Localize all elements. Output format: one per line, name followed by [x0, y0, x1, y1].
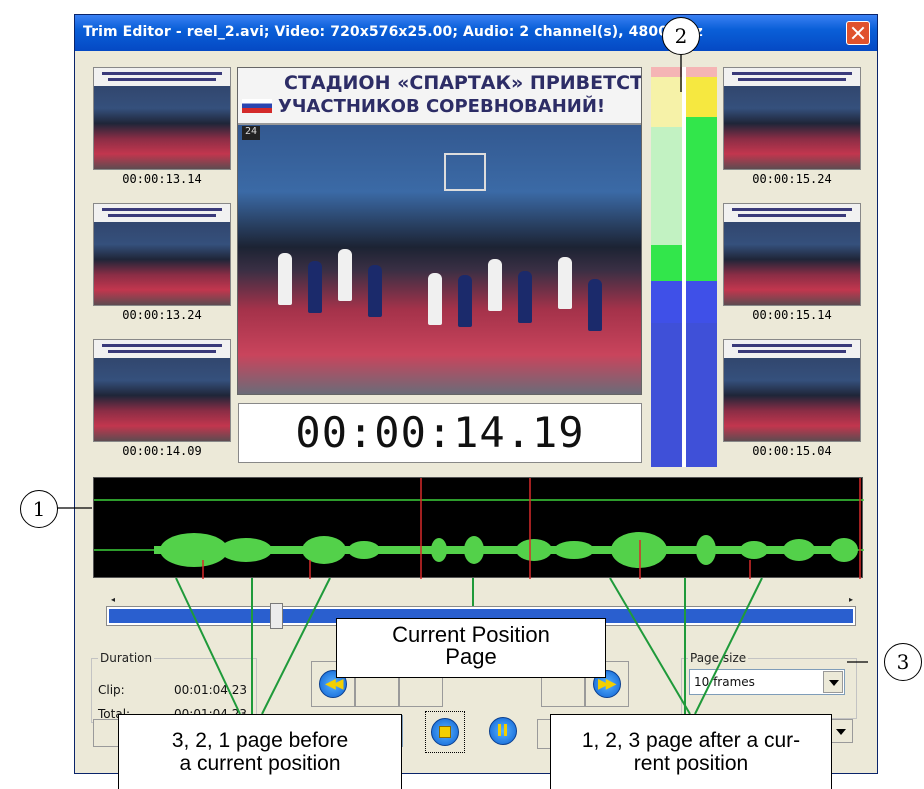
thumbnail-right-1[interactable]: 00:00:15.24	[723, 67, 861, 186]
thumbnail-image	[723, 339, 861, 442]
pages-after-text: 1, 2, 3 page after a cur- rent position	[581, 729, 801, 775]
page-size-legend: Page size	[690, 651, 747, 665]
vu-channel-right	[686, 67, 717, 467]
video-preview[interactable]: СТАДИОН «СПАРТАК» ПРИВЕТСТВ УЧАСТНИКОВ С…	[237, 67, 642, 395]
current-timecode: 00:00:14.19	[238, 403, 642, 463]
thumbnail-image	[93, 203, 231, 306]
thumbnail-time: 00:00:15.14	[752, 308, 832, 322]
thumbnail-left-1[interactable]: 00:00:13.14	[93, 67, 231, 186]
banner-line-2: УЧАСТНИКОВ СОРЕВНОВАНИЙ!	[278, 96, 606, 117]
duration-legend: Duration	[100, 651, 153, 665]
audio-level-meter	[651, 67, 717, 467]
pause-button[interactable]	[489, 717, 517, 745]
scroll-left-icon[interactable]: ◂	[111, 595, 115, 604]
close-icon[interactable]	[846, 21, 870, 45]
thumbnail-time: 00:00:14.09	[122, 444, 202, 458]
basket-hoop	[444, 153, 486, 191]
pages-after-callout: 1, 2, 3 page after a cur- rent position	[550, 714, 832, 789]
thumbnail-time: 00:00:15.04	[752, 444, 832, 458]
thumbnail-left-2[interactable]: 00:00:13.24	[93, 203, 231, 322]
waveform-graphic	[94, 478, 864, 579]
page-size-value: 10 frames	[694, 675, 755, 689]
page-size-select[interactable]: 10 frames	[689, 669, 845, 695]
marker-1: 1	[20, 490, 58, 528]
audio-waveform[interactable]	[93, 477, 864, 579]
thumbnail-right-2[interactable]: 00:00:15.14	[723, 203, 861, 322]
timeline-thumb[interactable]	[270, 603, 283, 629]
clip-value: 00:01:04.23	[174, 683, 247, 697]
chevron-down-icon[interactable]	[823, 671, 843, 693]
thumbnail-image	[723, 203, 861, 306]
marker-2: 2	[662, 17, 700, 55]
flag-icon	[242, 99, 272, 113]
vu-channel-left	[651, 67, 682, 467]
thumbnail-time: 00:00:13.24	[122, 308, 202, 322]
thumbnail-image	[723, 67, 861, 170]
pages-before-text: 3, 2, 1 page before a current position	[171, 729, 349, 775]
window-title: Trim Editor - reel_2.avi; Video: 720x576…	[83, 24, 703, 40]
video-banner: СТАДИОН «СПАРТАК» ПРИВЕТСТВ УЧАСТНИКОВ С…	[238, 68, 641, 125]
current-position-text: Current Position Page	[392, 622, 550, 669]
current-position-callout: Current Position Page	[336, 618, 606, 678]
thumbnail-time: 00:00:15.24	[752, 172, 832, 186]
thumbnail-left-3[interactable]: 00:00:14.09	[93, 339, 231, 458]
banner-line-1: СТАДИОН «СПАРТАК» ПРИВЕТСТВ	[284, 72, 642, 94]
chevron-down-icon[interactable]	[829, 719, 853, 743]
thumbnail-image	[93, 339, 231, 442]
pages-before-callout: 3, 2, 1 page before a current position	[118, 714, 402, 789]
thumbnail-image	[93, 67, 231, 170]
scroll-right-icon[interactable]: ▸	[849, 595, 853, 604]
corner-number: 24	[242, 126, 260, 140]
stop-button[interactable]	[425, 711, 465, 753]
clip-label: Clip:	[98, 683, 125, 697]
marker-3: 3	[884, 643, 922, 681]
thumbnail-right-3[interactable]: 00:00:15.04	[723, 339, 861, 458]
title-bar[interactable]: Trim Editor - reel_2.avi; Video: 720x576…	[75, 15, 877, 51]
thumbnail-time: 00:00:13.14	[122, 172, 202, 186]
players	[268, 213, 628, 343]
duration-group: Duration Clip: 00:01:04.23 Total: 00:01:…	[91, 651, 257, 723]
